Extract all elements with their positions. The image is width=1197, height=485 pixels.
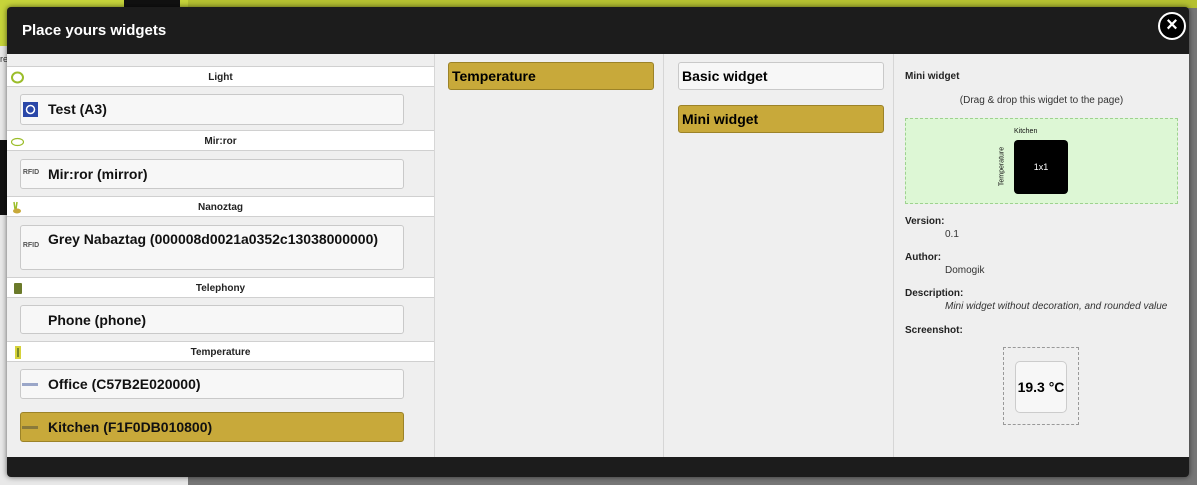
feature-item-label: Phone (phone) bbox=[48, 312, 146, 328]
category-label: Temperature bbox=[190, 347, 251, 358]
widget-basic[interactable]: Basic widget bbox=[678, 62, 884, 90]
types-column: Temperature bbox=[435, 54, 664, 457]
category-nanoztag: Nanoztag bbox=[7, 196, 434, 217]
author-value: Domogik bbox=[945, 265, 985, 276]
feature-item-mirror[interactable]: RFID Mir:ror (mirror) bbox=[20, 159, 404, 189]
category-label: Light bbox=[208, 72, 233, 83]
category-mirror: Mir:ror bbox=[7, 130, 434, 151]
rabbit-icon bbox=[13, 201, 21, 214]
thermometer-icon bbox=[15, 346, 21, 359]
feature-item-label: Test (A3) bbox=[48, 101, 107, 117]
feature-item-label: Grey Nabaztag (000008d0021a0352c13038000… bbox=[48, 231, 379, 247]
widget-placement-dialog: Place yours widgets × Light Test (A3) Mi… bbox=[7, 7, 1189, 477]
close-icon: × bbox=[1166, 14, 1178, 36]
feature-item-office[interactable]: Office (C57B2E020000) bbox=[20, 369, 404, 399]
device-icon bbox=[23, 102, 38, 117]
description-value: Mini widget without decoration, and roun… bbox=[945, 301, 1168, 312]
feature-item-grey-nabaztag[interactable]: RFID Grey Nabaztag (000008d0021a0352c130… bbox=[20, 225, 404, 270]
version-label: Version: bbox=[905, 216, 945, 227]
features-column: Light Test (A3) Mir:ror RFID Mir:ror (mi… bbox=[7, 54, 435, 457]
widget-detail-panel: Mini widget (Drag & drop this wigdet to … bbox=[894, 54, 1189, 457]
dialog-body: Light Test (A3) Mir:ror RFID Mir:ror (mi… bbox=[7, 54, 1189, 457]
feature-item-label: Kitchen (F1F0DB010800) bbox=[48, 419, 213, 435]
bulb-icon bbox=[11, 71, 24, 84]
type-temperature[interactable]: Temperature bbox=[448, 62, 654, 90]
detail-title: Mini widget bbox=[905, 71, 960, 82]
feature-item-label: Office (C57B2E020000) bbox=[48, 376, 201, 392]
preview-size-label: 1x1 bbox=[1033, 162, 1049, 172]
phone-icon bbox=[14, 283, 22, 294]
drag-hint: (Drag & drop this wigdet to the page) bbox=[959, 95, 1124, 106]
preview-type-label: Temperature bbox=[998, 146, 1006, 187]
feature-item-kitchen[interactable]: Kitchen (F1F0DB010800) bbox=[20, 412, 404, 442]
feature-item-label: Mir:ror (mirror) bbox=[48, 166, 148, 182]
dialog-title: Place yours widgets bbox=[22, 22, 167, 39]
category-temperature: Temperature bbox=[7, 341, 434, 362]
screenshot-frame: 19.3 °C bbox=[1003, 347, 1079, 425]
description-label: Description: bbox=[905, 288, 964, 299]
category-telephony: Telephony bbox=[7, 277, 434, 298]
version-value: 0.1 bbox=[945, 229, 959, 240]
author-label: Author: bbox=[905, 252, 942, 263]
preview-widget-box: 1x1 bbox=[1014, 140, 1068, 194]
screenshot-label: Screenshot: bbox=[905, 325, 963, 336]
category-label: Nanoztag bbox=[198, 202, 243, 213]
screenshot-value: 19.3 °C bbox=[1017, 379, 1065, 395]
widget-label: Basic widget bbox=[682, 68, 768, 84]
preview-device-label: Kitchen bbox=[1014, 128, 1038, 135]
category-label: Telephony bbox=[195, 283, 246, 294]
onewire-icon bbox=[22, 383, 38, 386]
widgets-column: Basic widget Mini widget bbox=[664, 54, 894, 457]
rfid-icon: RFID bbox=[22, 242, 40, 249]
category-light: Light bbox=[7, 66, 434, 87]
mirror-icon bbox=[11, 137, 24, 147]
screenshot-widget: 19.3 °C bbox=[1015, 361, 1067, 413]
widget-mini[interactable]: Mini widget bbox=[678, 105, 884, 133]
widget-label: Mini widget bbox=[682, 111, 759, 127]
category-label: Mir:ror bbox=[204, 136, 237, 147]
feature-item-test-a3[interactable]: Test (A3) bbox=[20, 94, 404, 125]
onewire-icon bbox=[22, 426, 38, 429]
widget-preview-draggable[interactable]: Kitchen Temperature 1x1 bbox=[905, 118, 1178, 204]
type-label: Temperature bbox=[452, 68, 536, 84]
rfid-icon: RFID bbox=[22, 169, 40, 176]
close-button[interactable]: × bbox=[1158, 12, 1186, 40]
feature-item-phone[interactable]: Phone (phone) bbox=[20, 305, 404, 334]
